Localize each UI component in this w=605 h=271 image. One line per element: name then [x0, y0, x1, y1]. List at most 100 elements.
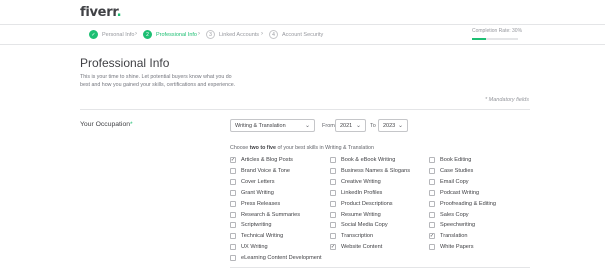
skill-checkbox-item[interactable]: Sales Copy	[429, 211, 469, 219]
skill-checkbox-item[interactable]: Product Descriptions	[330, 200, 393, 208]
skill-label: Social Media Copy	[341, 222, 388, 229]
checkbox-icon[interactable]	[429, 222, 435, 229]
skill-checkbox-item[interactable]: Proofreading & Editing	[429, 200, 496, 208]
skill-checkbox-item[interactable]: Speechwriting	[429, 221, 475, 229]
top-bar: fiverr.	[0, 0, 605, 25]
skill-checkbox-item[interactable]: Transcription	[330, 232, 373, 240]
skill-checkbox-item[interactable]: Creative Writing	[330, 178, 381, 186]
skill-label: UX Writing	[241, 244, 268, 251]
to-year-select[interactable]: 2023 ⌄	[378, 119, 408, 132]
skill-label: Brand Voice & Tone	[241, 167, 291, 174]
chevron-down-icon: ⌄	[355, 123, 361, 129]
skill-checkbox-item[interactable]: Research & Summaries	[230, 211, 300, 219]
skill-checkbox-item[interactable]: Technical Writing	[230, 232, 283, 240]
occupation-select-value: Writing & Translation	[235, 122, 286, 129]
skill-checkbox-item[interactable]: ✓ Articles & Blog Posts	[230, 156, 293, 164]
checkbox-icon[interactable]	[429, 178, 435, 185]
checkbox-icon[interactable]	[429, 211, 435, 218]
divider	[80, 109, 530, 110]
skill-label: Press Releases	[241, 200, 281, 207]
step-linked-accounts[interactable]: 3 Linked Accounts	[206, 30, 259, 39]
skill-label: Scriptwriting	[241, 222, 272, 229]
skill-checkbox-item[interactable]: Scriptwriting	[230, 221, 271, 229]
skill-checkbox-item[interactable]: Business Names & Slogans	[330, 167, 410, 175]
chevron-right-icon: ›	[198, 31, 200, 37]
step-number: 4	[269, 30, 278, 39]
checkbox-icon[interactable]	[330, 222, 336, 229]
occupation-select[interactable]: Writing & Translation ⌄	[230, 119, 315, 132]
step-label: Linked Accounts	[219, 31, 260, 38]
checkbox-icon[interactable]	[230, 200, 236, 207]
skill-label: Speechwriting	[440, 222, 476, 229]
checkbox-icon[interactable]	[429, 189, 435, 196]
skill-label: Creative Writing	[341, 178, 381, 185]
step-label: Personal Info	[102, 31, 135, 38]
completion-bar	[472, 38, 518, 40]
checkbox-icon[interactable]	[429, 244, 435, 251]
page-title: Professional Info	[80, 56, 170, 70]
skill-checkbox-item[interactable]: ✓ Translation	[429, 232, 467, 240]
step-number: 2	[143, 30, 152, 39]
skill-checkbox-item[interactable]: Book & eBook Writing	[330, 156, 395, 164]
checkbox-icon[interactable]	[230, 255, 236, 262]
skill-checkbox-item[interactable]: Brand Voice & Tone	[230, 167, 290, 175]
step-label: Professional Info	[156, 31, 197, 38]
skill-checkbox-item[interactable]: Cover Letters	[230, 178, 275, 186]
skill-checkbox-item[interactable]: Email Copy	[429, 178, 469, 186]
from-year-select[interactable]: 2021 ⌄	[335, 119, 366, 132]
skill-label: Podcast Writing	[440, 189, 480, 196]
skill-label: Product Descriptions	[341, 200, 393, 207]
skill-checkbox-item[interactable]: Grant Writing	[230, 189, 274, 197]
skill-checkbox-item[interactable]: Book Editing	[429, 156, 471, 164]
checkbox-icon[interactable]	[230, 222, 236, 229]
checkbox-icon[interactable]	[330, 157, 336, 163]
skill-checkbox-item[interactable]: LinkedIn Profiles	[330, 189, 382, 197]
skill-label: Resume Writing	[341, 211, 381, 218]
checkbox-icon[interactable]	[330, 200, 336, 207]
step-number: 3	[206, 30, 215, 39]
checkbox-icon[interactable]	[230, 178, 236, 185]
to-label: To	[370, 123, 376, 129]
skill-checkbox-item[interactable]: ✓ Website Content	[330, 243, 382, 251]
step-professional-info[interactable]: 2 Professional Info	[143, 30, 197, 39]
skill-label: Email Copy	[440, 178, 469, 185]
checkbox-icon[interactable]	[230, 189, 236, 196]
skill-checkbox-item[interactable]: White Papers	[429, 243, 474, 251]
skill-label: Proofreading & Editing	[440, 200, 496, 207]
checkbox-icon[interactable]	[230, 244, 236, 251]
checkbox-checked-icon[interactable]: ✓	[230, 157, 236, 163]
skill-checkbox-item[interactable]: Case Studies	[429, 167, 473, 175]
skill-label: Grant Writing	[241, 189, 274, 196]
skill-label: Cover Letters	[241, 178, 275, 185]
skill-checkbox-item[interactable]: Resume Writing	[330, 211, 381, 219]
checkbox-icon[interactable]	[330, 211, 336, 218]
checkbox-checked-icon[interactable]: ✓	[429, 233, 435, 240]
mandatory-note: * Mandatory fields	[484, 97, 529, 103]
skill-label: Articles & Blog Posts	[241, 157, 293, 163]
step-account-security[interactable]: 4 Account Security	[269, 30, 323, 39]
checkbox-icon[interactable]	[429, 157, 435, 163]
skill-checkbox-item[interactable]: UX Writing	[230, 243, 268, 251]
to-year-value: 2023	[383, 122, 396, 129]
skill-checkbox-item[interactable]: Podcast Writing	[429, 189, 479, 197]
step-personal-info[interactable]: ✓ Personal Info	[89, 30, 134, 39]
skill-checkbox-item[interactable]: Press Releases	[230, 200, 280, 208]
checkbox-icon[interactable]	[330, 189, 336, 196]
checkbox-icon[interactable]	[230, 167, 236, 174]
checkbox-icon[interactable]	[429, 200, 435, 207]
skill-checkbox-item[interactable]: Social Media Copy	[330, 221, 388, 229]
from-year-value: 2021	[340, 122, 353, 129]
chevron-right-icon: ›	[135, 31, 137, 37]
checkbox-checked-icon[interactable]: ✓	[330, 244, 336, 251]
skill-label: Book & eBook Writing	[341, 157, 396, 163]
checkbox-icon[interactable]	[429, 167, 435, 174]
checkbox-icon[interactable]	[330, 178, 336, 185]
checkbox-icon[interactable]	[230, 233, 236, 240]
fiverr-logo[interactable]: fiverr.	[80, 5, 121, 20]
skill-checkbox-item[interactable]: eLearning Content Development	[230, 254, 322, 262]
skill-label: LinkedIn Profiles	[341, 189, 383, 196]
checkbox-icon[interactable]	[330, 167, 336, 174]
checkbox-icon[interactable]	[230, 211, 236, 218]
checkbox-icon[interactable]	[330, 233, 336, 240]
skill-label: eLearning Content Development	[241, 255, 322, 262]
